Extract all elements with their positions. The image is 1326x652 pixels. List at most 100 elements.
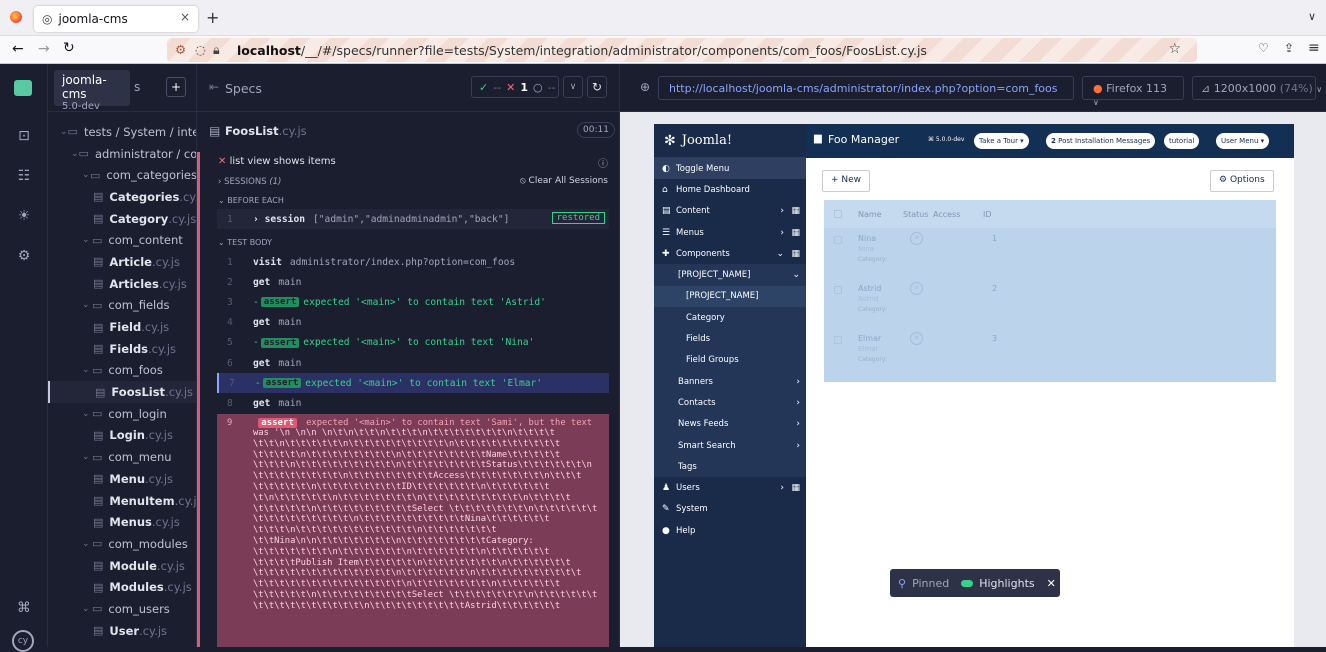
joomla-menu-item[interactable]: ⌂ Home Dashboard (654, 179, 806, 200)
collapse-specs-icon[interactable]: ⇤ (209, 80, 219, 94)
joomla-menu-item[interactable]: ☰ Menus › ▦ (654, 222, 806, 243)
before-each-label[interactable]: ⌄ BEFORE EACH (218, 196, 284, 205)
tab-list-chevron-icon[interactable]: ∨ (1308, 10, 1316, 23)
joomla-logo[interactable]: ✻ Joomla! (654, 124, 806, 158)
spec-file[interactable]: ▤ Modules .cy.js (48, 576, 196, 598)
spec-file[interactable]: ▤ Article .cy.js (48, 251, 196, 273)
table-row[interactable]: Nina Nina Category: ✕ 1 (824, 228, 1276, 274)
new-tab-button[interactable]: + (206, 8, 219, 27)
spec-file[interactable]: ▤ MenuItem.cy.js (48, 490, 196, 512)
joomla-menu-item[interactable]: ▤ Content › ▦ (654, 201, 806, 222)
spec-file[interactable]: ▤ Category .cy.js (48, 208, 196, 230)
firefox-logo-icon[interactable] (10, 11, 22, 23)
assert-command[interactable]: 3 - assert expected '<main>' to contain tex… (217, 292, 609, 312)
joomla-menu-item[interactable]: Fields (654, 328, 806, 350)
pocket-icon[interactable]: ♡ (1258, 41, 1269, 55)
spec-file[interactable]: ▤ Menu .cy.js (48, 468, 196, 490)
debug-nav-icon[interactable]: ☀ (14, 208, 34, 228)
spec-folder[interactable]: ⌄ ▭ com_menu (48, 446, 196, 468)
tutorial-button[interactable]: tutorial (1164, 133, 1200, 149)
joomla-menu-item[interactable]: Banners › (654, 370, 806, 393)
forward-icon[interactable]: → (38, 41, 50, 57)
clear-sessions-button[interactable]: ⦸ Clear All Sessions (520, 176, 608, 186)
dashboard-grid-icon[interactable]: ▦ (791, 249, 800, 259)
command-row[interactable]: 2 get main (217, 272, 609, 292)
joomla-menu-item[interactable]: ✎ System (654, 499, 806, 520)
joomla-menu-item[interactable]: [PROJECT_NAME] (654, 285, 806, 308)
url-field[interactable]: ⚙ ◌ 🔒︎ localhost /__/#/specs/runner?file… (167, 38, 1197, 62)
tab-close-button[interactable]: × (180, 10, 190, 24)
spec-folder[interactable]: ⌄ ▭ tests / System / inte (48, 121, 196, 143)
row-name-link[interactable]: Nina (858, 234, 876, 243)
unpublished-status-icon[interactable]: ✕ (910, 232, 923, 245)
spec-folder[interactable]: ⌄ ▭ com_modules (48, 533, 196, 555)
highlights-toggle[interactable] (961, 579, 974, 587)
command-row[interactable]: 4 get main (217, 313, 609, 333)
spec-file[interactable]: ▤ FoosList .cy.js (48, 381, 196, 403)
close-pinned-button[interactable]: ✕ (1047, 577, 1056, 590)
test-title-row[interactable]: ✕ list view shows items ⓘ (218, 155, 608, 170)
runs-nav-icon[interactable]: ☷ (14, 168, 34, 188)
row-name-link[interactable]: Astrid (858, 284, 881, 293)
spec-file[interactable]: ▤ Module .cy.js (48, 555, 196, 577)
keyboard-shortcuts-icon[interactable]: ⌘ (14, 600, 34, 620)
reporter-options-dropdown[interactable]: ∨ (563, 76, 583, 98)
spec-folder[interactable]: ⌄ ▭ com_content (48, 229, 196, 251)
session-command[interactable]: 1 › session ["admin","adminadminadmin","… (217, 209, 609, 230)
command-row[interactable]: 1 visit administrator/index.php?option=com… (217, 252, 609, 272)
test-body-label[interactable]: ⌄ TEST BODY (218, 238, 272, 247)
spec-file[interactable]: ▤ Field .cy.js (48, 316, 196, 338)
header-status[interactable]: Status (903, 210, 933, 219)
assert-command[interactable]: 5 - assert expected '<main>' to contain tex… (217, 333, 609, 353)
header-name[interactable]: Name (858, 210, 903, 219)
viewport-selector[interactable]: ⊿ 1200x1000 (74%) ∨ (1192, 76, 1322, 100)
unpublished-status-icon[interactable]: ✕ (910, 332, 923, 345)
back-icon[interactable]: ← (12, 41, 24, 57)
joomla-menu-item[interactable]: ● Help (654, 520, 806, 541)
joomla-menu-item[interactable]: ✚ Components ⌄ ▦ (654, 243, 806, 264)
post-install-button[interactable]: 2 Post Installation Messages (1046, 133, 1156, 149)
spec-folder[interactable]: ⌄ ▭ com_login (48, 403, 196, 425)
row-checkbox[interactable] (834, 336, 842, 344)
sessions-row[interactable]: › SESSIONS (1) ⦸ Clear All Sessions (218, 176, 608, 187)
select-all-checkbox[interactable] (834, 210, 842, 218)
row-name-link[interactable]: Elmar (858, 334, 881, 343)
spec-file[interactable]: ▤Users.cy.js (48, 642, 196, 647)
spec-file[interactable]: ▤ User .cy.js (48, 620, 196, 642)
user-menu-button[interactable]: User Menu ▾ (1216, 133, 1270, 149)
test-info-icon[interactable]: ⓘ (598, 155, 608, 170)
joomla-menu-item[interactable]: Field Groups (654, 349, 806, 371)
assert-command[interactable]: 7 - assert expected '<main>' to contain tex… (217, 373, 609, 394)
spec-folder[interactable]: ⌄ ▭ com_categories (48, 164, 196, 186)
selector-playground-icon[interactable]: ⊕ (640, 80, 650, 94)
row-checkbox[interactable] (834, 236, 842, 244)
dashboard-grid-icon[interactable]: ▦ (791, 206, 800, 216)
joomla-menu-item[interactable]: ♟ Users › ▦ (654, 477, 806, 498)
joomla-menu-item[interactable]: Smart Search › (654, 434, 806, 457)
joomla-menu-item[interactable]: Contacts › (654, 392, 806, 414)
joomla-menu-item[interactable]: ◐ Toggle Menu (654, 158, 806, 180)
joomla-menu-item[interactable]: [PROJECT_NAME] ⌄ (654, 264, 806, 286)
spec-file[interactable]: ▤ Login .cy.js (48, 425, 196, 447)
shield-icon[interactable]: ◌ (195, 42, 206, 57)
spec-folder[interactable]: ⌄ ▭ administrator / co (48, 143, 196, 165)
specs-nav-icon[interactable]: ⊡ (14, 128, 34, 148)
new-button[interactable]: + New (822, 170, 871, 192)
aut-url-field[interactable]: http://localhost/joomla-cms/administrato… (658, 76, 1074, 100)
browser-selector[interactable]: ● Firefox 113 ∨ (1082, 76, 1184, 107)
table-row[interactable]: Astrid Astrid Category: ✕ 2 (824, 278, 1276, 324)
bookmark-star-icon[interactable]: ☆ (1168, 41, 1181, 57)
spec-file[interactable]: ▤ Menus .cy.js (48, 511, 196, 533)
joomla-menu-item[interactable]: News Feeds › (654, 413, 806, 435)
take-tour-button[interactable]: Take a Tour ▾ (974, 133, 1029, 149)
project-avatar[interactable] (14, 80, 32, 96)
unpublished-status-icon[interactable]: ✕ (910, 282, 923, 295)
header-access[interactable]: Access (933, 210, 983, 219)
table-row[interactable]: Elmar Elmar Category: ✕ 3 (824, 328, 1276, 374)
dashboard-grid-icon[interactable]: ▦ (791, 228, 800, 238)
spec-folder[interactable]: ⌄ ▭ com_foos (48, 360, 196, 382)
command-row[interactable]: 8 get main (217, 393, 609, 413)
add-spec-button[interactable]: + (166, 77, 186, 97)
spec-folder[interactable]: ⌄ ▭ com_fields (48, 295, 196, 317)
options-button[interactable]: ⚙ Options (1210, 170, 1274, 192)
